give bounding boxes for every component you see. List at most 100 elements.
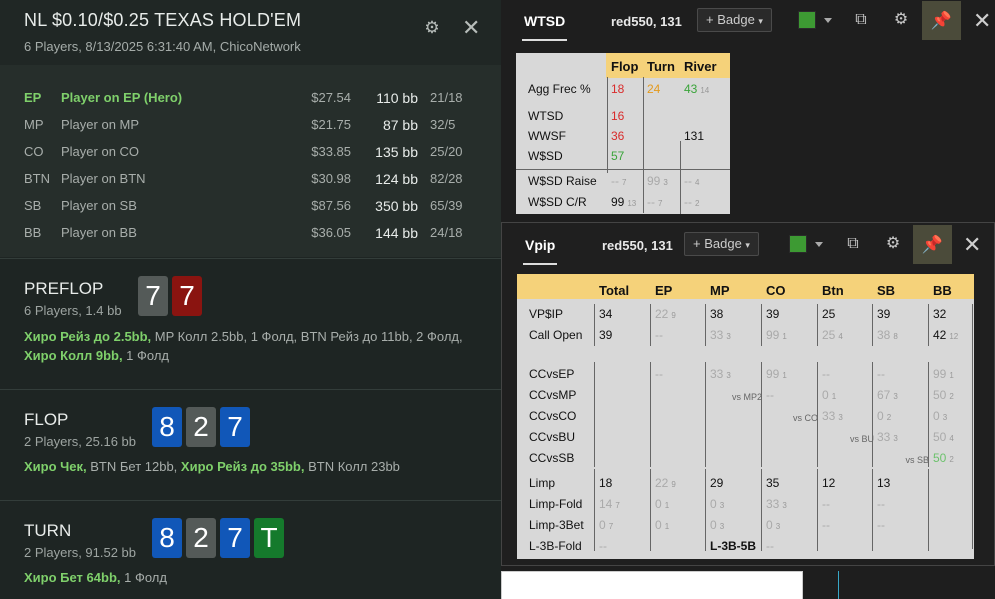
stat-value[interactable]: 29 xyxy=(710,476,723,490)
stat-value[interactable]: 39 xyxy=(766,307,779,321)
stat-value[interactable]: 33 3 xyxy=(766,497,787,513)
stat-value[interactable]: 14 7 xyxy=(599,497,620,513)
stat-value[interactable]: -- 4 xyxy=(684,174,699,190)
stat-value[interactable]: 33 3 xyxy=(710,328,731,344)
stat-value[interactable]: 38 xyxy=(710,307,723,321)
stat-value[interactable]: -- xyxy=(766,539,774,553)
stat-value[interactable]: 13 xyxy=(877,476,890,490)
player-position: EP xyxy=(24,90,42,105)
player-row[interactable]: BB Player on BB $36.05 144 bb 24/18 xyxy=(0,223,501,250)
color-swatch[interactable] xyxy=(789,235,807,253)
stat-value[interactable]: -- xyxy=(877,367,885,381)
pin-button[interactable]: 📌 xyxy=(922,1,961,40)
stat-value[interactable]: 42 12 xyxy=(933,328,958,344)
stat-value[interactable]: 43 14 xyxy=(684,82,709,98)
stat-value[interactable]: 25 xyxy=(822,307,835,321)
chevron-down-icon[interactable] xyxy=(824,18,832,23)
stat-value[interactable]: -- 7 xyxy=(611,174,626,190)
stat-value[interactable]: -- xyxy=(822,518,830,532)
stat-value[interactable]: 99 13 xyxy=(611,195,636,211)
stat-value[interactable]: 32 xyxy=(933,307,946,321)
stat-value[interactable]: -- 2 xyxy=(684,195,699,211)
stat-value[interactable]: 67 3 xyxy=(877,388,898,404)
close-icon[interactable]: ✕ xyxy=(462,17,480,39)
stat-value[interactable]: -- xyxy=(766,388,774,402)
stat-value[interactable]: 99 1 xyxy=(766,367,787,383)
gear-icon[interactable]: ⚙ xyxy=(423,19,441,37)
player-row[interactable]: MP Player on MP $21.75 87 bb 32/5 xyxy=(0,115,501,142)
stat-value[interactable]: -- xyxy=(655,367,663,381)
notes-input[interactable] xyxy=(501,571,803,599)
chevron-down-icon[interactable] xyxy=(815,242,823,247)
stat-value[interactable]: -- xyxy=(822,497,830,511)
stat-value[interactable]: 22 9 xyxy=(655,476,676,492)
gear-icon[interactable]: ⚙ xyxy=(882,233,904,255)
player-stack-bb: 124 bb xyxy=(375,171,418,187)
stat-value[interactable]: 33 3 xyxy=(877,430,898,446)
stat-value[interactable]: vs CO xyxy=(793,411,818,425)
stat-value[interactable]: -- xyxy=(655,328,663,342)
stat-value[interactable]: 18 xyxy=(599,476,612,490)
add-badge-button[interactable]: + Badge ▾ xyxy=(697,8,772,32)
stat-value[interactable]: 33 3 xyxy=(710,367,731,383)
stat-value[interactable]: 18 xyxy=(611,82,624,96)
color-swatch[interactable] xyxy=(798,11,816,29)
stat-value[interactable]: -- xyxy=(822,367,830,381)
stat-value[interactable]: 34 xyxy=(599,307,612,321)
stat-value[interactable]: 131 xyxy=(684,129,704,143)
close-icon[interactable]: ✕ xyxy=(973,10,991,32)
stat-value[interactable]: 03 xyxy=(710,497,724,513)
stat-value[interactable]: -- xyxy=(877,518,885,532)
stat-value[interactable]: -- 7 xyxy=(647,195,662,211)
stat-value[interactable]: vs SB xyxy=(905,453,929,467)
gear-icon[interactable]: ⚙ xyxy=(890,9,912,31)
stat-value[interactable]: 03 xyxy=(710,518,724,534)
stat-value[interactable]: 50 4 xyxy=(933,430,954,446)
stat-value[interactable]: 99 1 xyxy=(933,367,954,383)
stat-value[interactable]: vs BU xyxy=(850,432,874,446)
close-icon[interactable]: ✕ xyxy=(963,234,981,256)
copy-icon[interactable]: ⧉ xyxy=(842,233,864,255)
stat-value[interactable]: -- xyxy=(599,539,607,553)
stat-value[interactable]: vs MP2 xyxy=(732,390,762,404)
stat-value[interactable]: 07 xyxy=(599,518,613,534)
stat-value[interactable]: 38 8 xyxy=(877,328,898,344)
stat-value[interactable]: 12 xyxy=(822,476,835,490)
player-row[interactable]: BTN Player on BTN $30.98 124 bb 82/28 xyxy=(0,169,501,196)
stat-value[interactable]: 03 xyxy=(933,409,947,425)
stat-value[interactable]: 35 xyxy=(766,476,779,490)
player-row[interactable]: CO Player on CO $33.85 135 bb 25/20 xyxy=(0,142,501,169)
stat-value[interactable]: -- xyxy=(877,497,885,511)
stat-value[interactable]: 24 xyxy=(647,82,660,96)
stat-value[interactable]: 99 3 xyxy=(647,174,668,190)
stat-value[interactable]: 50 2 xyxy=(933,451,954,467)
player-row[interactable]: EP Player on EP (Hero) $27.54 110 bb 21/18 xyxy=(0,88,501,115)
stat-value[interactable]: 57 xyxy=(611,149,624,163)
stat-value[interactable]: 01 xyxy=(655,497,669,513)
stat-value[interactable]: 39 xyxy=(877,307,890,321)
player-row[interactable]: SB Player on SB $87.56 350 bb 65/39 xyxy=(0,196,501,223)
stat-value[interactable]: 25 4 xyxy=(822,328,843,344)
vpip-window: Vpip red550, 131 + Badge ▾ ⧉ ⚙ 📌 ✕ Total… xyxy=(501,222,995,566)
stat-value[interactable]: 02 xyxy=(877,409,891,425)
stat-value[interactable]: 33 3 xyxy=(822,409,843,425)
stat-value[interactable]: 36 xyxy=(611,129,624,143)
stat-value[interactable]: 03 xyxy=(766,518,780,534)
street-pot: 6 Players, 1.4 bb xyxy=(24,303,122,318)
tab-wtsd[interactable]: WTSD xyxy=(521,13,568,41)
stat-value[interactable]: 16 xyxy=(611,109,624,123)
stat-number: 34 xyxy=(599,307,613,321)
stat-value[interactable]: 22 9 xyxy=(655,307,676,323)
copy-icon[interactable]: ⧉ xyxy=(850,9,872,31)
stat-label: CCvsSB xyxy=(529,451,575,465)
tab-vpip[interactable]: Vpip xyxy=(522,237,558,265)
stat-value[interactable]: 39 xyxy=(599,328,612,342)
stat-sample: 4 xyxy=(949,434,954,443)
add-badge-button[interactable]: + Badge ▾ xyxy=(684,232,759,256)
stat-value[interactable]: 01 xyxy=(655,518,669,534)
pin-button[interactable]: 📌 xyxy=(913,225,952,264)
stat-value[interactable]: 01 xyxy=(822,388,836,404)
stat-value[interactable]: 99 1 xyxy=(766,328,787,344)
stat-value[interactable]: 50 2 xyxy=(933,388,954,404)
stat-value[interactable]: L-3B-5B xyxy=(710,539,756,553)
